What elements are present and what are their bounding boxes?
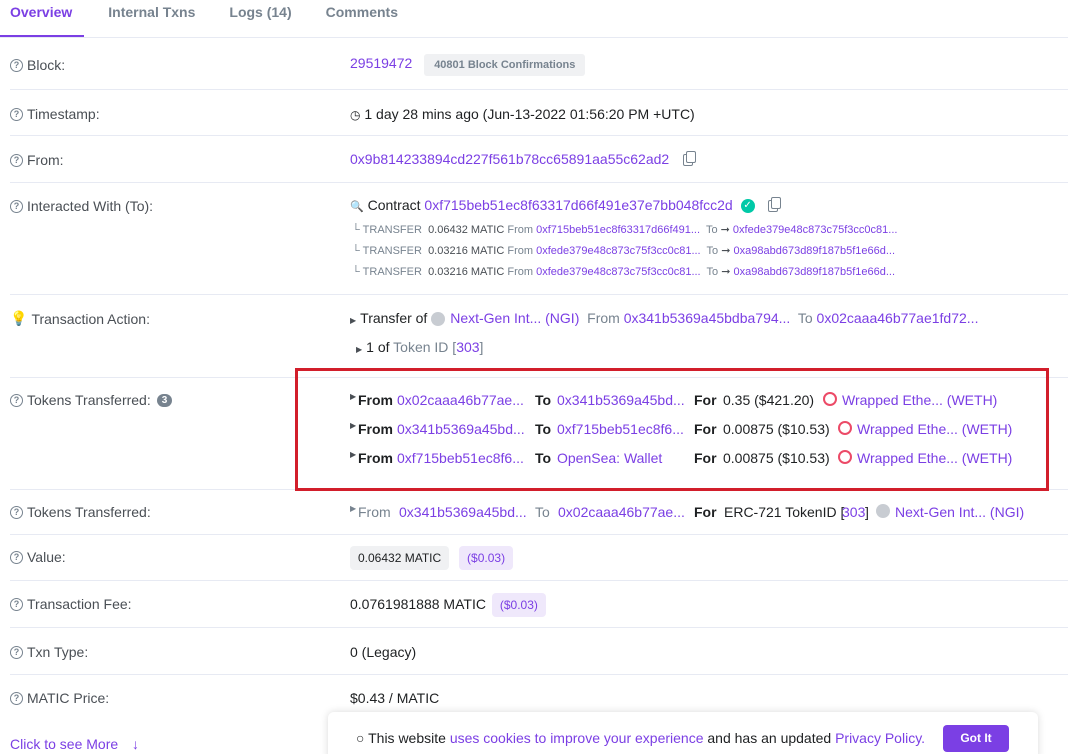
txn-type-row: ? Txn Type: 0 (Legacy) (10, 628, 1068, 675)
transfer-from-link[interactable]: 0xfede379e48c873c75f3cc0c81... (536, 245, 701, 257)
block-number-link[interactable]: 29519472 (350, 55, 412, 71)
tab-internal-txns[interactable]: Internal Txns (98, 0, 205, 37)
tab-comments[interactable]: Comments (316, 0, 408, 37)
nft-token-link[interactable]: Next-Gen Int... (NGI) (895, 504, 1024, 520)
arrow-right-icon: ➞ (721, 245, 731, 257)
clock-icon: ◷ (350, 108, 361, 122)
transfer-to-link[interactable]: 0xfede379e48c873c75f3cc0c81... (733, 224, 898, 236)
caret-right-icon: ▶ (350, 316, 357, 325)
caret-right-icon: ▶ (356, 345, 363, 354)
tokens-transferred-label: Tokens Transferred: (27, 504, 151, 520)
price-label: MATIC Price: (27, 690, 110, 706)
help-icon[interactable]: ? (10, 597, 23, 611)
token-logo-icon (876, 504, 890, 518)
copy-icon[interactable] (768, 197, 782, 213)
fee-row: ? Transaction Fee: 0.0761981888 MATIC ($0… (10, 581, 1068, 628)
timestamp-label: Timestamp: (27, 106, 100, 122)
from-row: ? From: 0x9b814233894cd227f561b78cc65891a… (10, 136, 1068, 183)
help-icon[interactable]: ? (10, 505, 23, 519)
interacted-label: Interacted With (To): (27, 198, 154, 214)
help-icon[interactable]: ? (10, 107, 23, 121)
token-logo-icon (431, 312, 446, 327)
transfer-to-link[interactable]: 0xa98abd673d89f187b5f1e66d... (734, 266, 896, 278)
cookie-text: This website (368, 730, 446, 746)
count-badge: 3 (156, 393, 173, 407)
tokens-transferred-label: Tokens Transferred: (27, 392, 151, 408)
caret-right-icon: ▶ (350, 504, 357, 513)
fee-amount: 0.0761981888 MATIC (350, 596, 486, 612)
nft-from-link[interactable]: 0x341b5369a45bd... (399, 504, 527, 520)
arrow-right-icon: ➞ (721, 266, 731, 278)
see-more-link[interactable]: Click to see More ↓ (10, 736, 139, 752)
txn-type-label: Txn Type: (27, 644, 89, 660)
fee-label: Transaction Fee: (27, 596, 132, 612)
fee-usd-badge: ($0.03) (491, 593, 546, 617)
help-icon[interactable]: ? (10, 58, 23, 72)
timestamp-value: 1 day 28 mins ago (Jun-13-2022 01:56:20 … (364, 106, 695, 122)
see-more-label[interactable]: Click to see More (10, 736, 118, 752)
cookie-text: and has an updated (707, 730, 832, 746)
privacy-policy-link[interactable]: Privacy Policy. (835, 730, 925, 746)
contract-address-link[interactable]: 0xf715beb51ec8f63317d66f491e37e7bb048fcc… (424, 197, 732, 213)
action-prefix: Transfer of (360, 310, 428, 326)
highlight-box (295, 368, 1049, 491)
timestamp-row: ? Timestamp: ◷ 1 day 28 mins ago (Jun-13-… (10, 90, 1068, 136)
action-to-link[interactable]: 0x02caaa46b77ae1fd72... (817, 310, 979, 326)
value-row: ? Value: 0.06432 MATIC ($0.03) (10, 535, 1068, 581)
action-token-link[interactable]: Next-Gen Int... (NGI) (450, 310, 579, 326)
help-icon[interactable]: ? (10, 645, 23, 659)
internal-transfer-line: └ TRANSFER 0.06432 MATIC From 0xf715beb5… (352, 224, 898, 236)
action-from-link[interactable]: 0x341b5369a45bdba794... (624, 310, 791, 326)
got-it-button[interactable]: Got It (943, 725, 1009, 752)
arrow-right-icon: ➞ (720, 224, 730, 236)
price-value: $0.43 / MATIC (350, 690, 440, 706)
transfer-from-link[interactable]: 0xf715beb51ec8f63317d66f491... (536, 224, 700, 236)
token-id-label: Token ID [ (393, 339, 457, 355)
cookie-icon: ○ (356, 730, 365, 746)
action-from-label: From (587, 310, 620, 326)
from-label: From: (27, 152, 64, 168)
internal-transfer-line: └ TRANSFER 0.03216 MATIC From 0xfede379e… (352, 245, 896, 257)
copy-icon[interactable] (683, 151, 697, 167)
help-icon[interactable]: ? (10, 550, 23, 564)
from-address-link[interactable]: 0x9b814233894cd227f561b78cc65891aa55c62a… (350, 151, 669, 167)
value-amount-badge: 0.06432 MATIC (350, 546, 450, 570)
help-icon[interactable]: ? (10, 199, 23, 213)
cookie-policy-link[interactable]: uses cookies to improve your experience (450, 730, 704, 746)
arrow-down-icon: ↓ (132, 736, 140, 752)
nft-to-link[interactable]: 0x02caaa46b77ae... (558, 504, 685, 520)
txn-type-value: 0 (Legacy) (350, 644, 417, 660)
tab-logs[interactable]: Logs (14) (219, 0, 301, 37)
verified-check-icon: ✓ (740, 199, 755, 214)
transaction-action-row: 💡 Transaction Action: ▶ Transfer of Next-G… (10, 295, 1068, 378)
block-row: ? Block: 29519472 40801 Block Confirmatio… (10, 39, 1068, 90)
action-label: Transaction Action: (31, 310, 150, 327)
interacted-row: ? Interacted With (To): 🔍 Contract 0xf715… (10, 183, 1068, 295)
transfer-from-link[interactable]: 0xfede379e48c873c75f3cc0c81... (536, 266, 701, 278)
help-icon[interactable]: ? (10, 393, 23, 407)
contract-prefix: Contract (367, 197, 421, 213)
help-icon[interactable]: ? (10, 691, 23, 705)
action-to-label: To (797, 310, 813, 326)
tab-bar: Overview Internal Txns Logs (14) Comment… (0, 0, 1068, 38)
nft-token-id-link[interactable]: 303 (842, 504, 865, 520)
transfer-to-link[interactable]: 0xa98abd673d89f187b5f1e66d... (734, 245, 896, 257)
token-id-link[interactable]: 303 (456, 339, 479, 355)
cookie-banner: ○ This website uses cookies to improve y… (328, 712, 1038, 754)
help-icon[interactable]: ? (10, 153, 23, 167)
lightbulb-icon: 💡 (10, 310, 28, 326)
token-count: 1 of (366, 339, 390, 355)
block-label: Block: (27, 57, 66, 73)
confirmations-badge: 40801 Block Confirmations (424, 54, 586, 76)
tab-overview[interactable]: Overview (0, 0, 85, 37)
value-label: Value: (27, 549, 66, 565)
value-usd-badge: ($0.03) (459, 546, 514, 570)
contract-search-icon: 🔍 (350, 201, 364, 213)
internal-transfer-line: └ TRANSFER 0.03216 MATIC From 0xfede379e… (352, 266, 896, 278)
